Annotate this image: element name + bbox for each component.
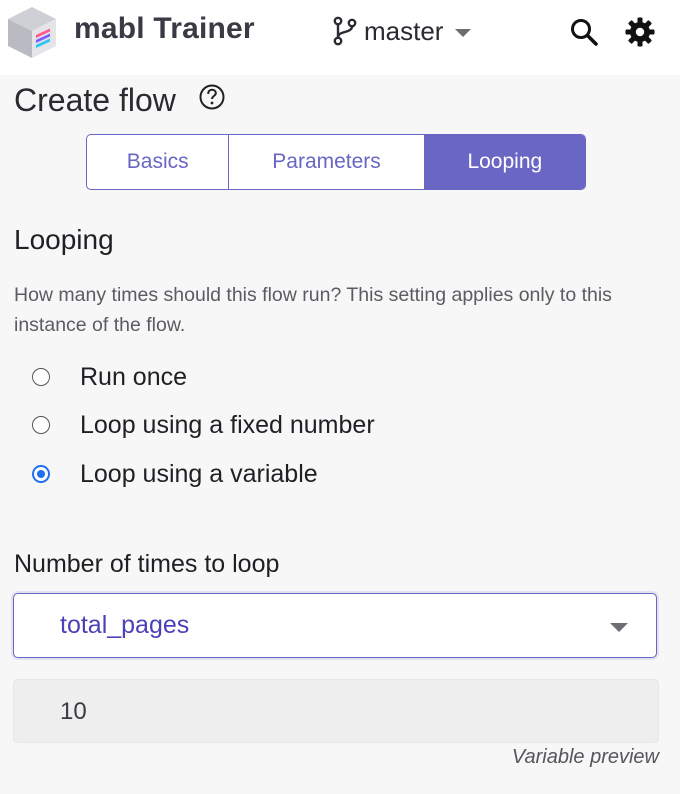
variable-preview-caption: Variable preview	[511, 746, 659, 768]
loop-count-label: Number of times to loop	[14, 550, 280, 578]
radio-loop-variable[interactable]: Loop using a variable	[32, 457, 318, 491]
tab-parameters[interactable]: Parameters	[229, 135, 425, 189]
radio-loop-fixed-number[interactable]: Loop using a fixed number	[32, 408, 375, 442]
variable-preview-box: 10	[13, 679, 659, 743]
git-branch-icon	[333, 16, 357, 46]
flow-tabs: Basics Parameters Looping	[86, 134, 586, 190]
radio-button-checked[interactable]	[32, 465, 50, 483]
branch-selector[interactable]: master	[332, 14, 472, 48]
radio-button[interactable]	[32, 368, 50, 386]
gear-icon[interactable]	[624, 16, 656, 48]
looping-description: How many times should this flow run? Thi…	[14, 284, 612, 336]
search-icon[interactable]	[568, 16, 600, 48]
tab-looping[interactable]: Looping	[424, 135, 585, 189]
tab-basics[interactable]: Basics	[87, 135, 230, 189]
app-title: mabl Trainer	[74, 12, 255, 45]
page-title: Create flow	[14, 82, 176, 118]
variable-preview-value: 10	[60, 698, 87, 725]
radio-label: Run once	[80, 362, 188, 391]
section-title: Looping	[14, 224, 114, 255]
chevron-down-icon	[610, 623, 628, 632]
radio-label: Loop using a variable	[80, 459, 318, 488]
radio-run-once[interactable]: Run once	[32, 360, 187, 394]
radio-button[interactable]	[32, 416, 50, 434]
chevron-down-icon	[455, 29, 472, 37]
radio-label: Loop using a fixed number	[80, 410, 375, 439]
selected-variable: total_pages	[60, 611, 190, 639]
help-circle-icon[interactable]	[198, 83, 226, 111]
mabl-logo-icon	[8, 7, 56, 58]
branch-name: master	[364, 15, 444, 46]
app-header: mabl Trainer master	[0, 0, 680, 75]
variable-select[interactable]: total_pages	[13, 593, 657, 658]
